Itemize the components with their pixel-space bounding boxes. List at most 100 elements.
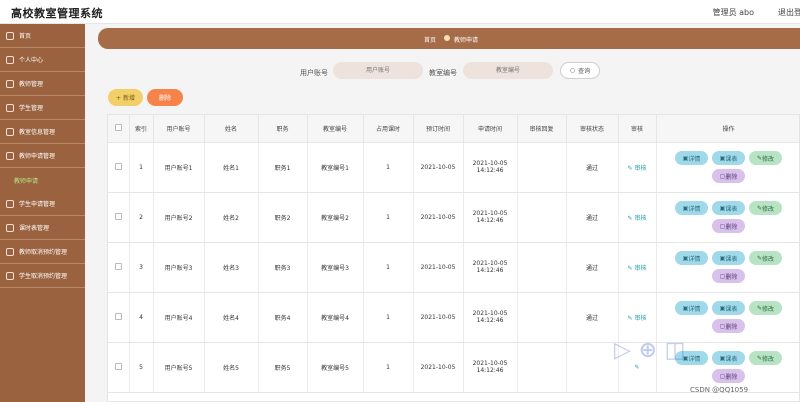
audit-link[interactable]: ✎ 审核 [628, 265, 647, 272]
cell-reply [517, 242, 567, 293]
cell-hours: 1 [363, 292, 414, 343]
detail-button[interactable]: ▣ 详情 [675, 251, 708, 265]
cell-account: 用户账号3 [153, 242, 205, 293]
sidebar-item-students[interactable]: 学生管理 [0, 96, 85, 120]
cell-status: 通过 [566, 242, 619, 293]
delete-button[interactable]: ▢ 删除 [712, 319, 745, 333]
sidebar-item-profile[interactable]: 个人中心 [0, 48, 85, 72]
checkbox[interactable] [114, 212, 122, 220]
cell-title: 职务4 [258, 292, 308, 343]
cell-book: 2021-10-05 [413, 292, 464, 343]
checkbox[interactable] [114, 312, 122, 320]
header-select-all[interactable] [108, 115, 130, 143]
table-row: 3 用户账号3 姓名3 职务3 教室编号3 1 2021-10-05 2021-10-05 1… [108, 242, 799, 293]
detail-button[interactable]: ▣ 详情 [675, 151, 708, 165]
breadcrumb-home[interactable]: 首页 [424, 35, 436, 44]
edit-button[interactable]: ✎ 修改 [749, 151, 782, 165]
cell-title: 职务3 [258, 242, 308, 293]
checkbox[interactable] [114, 162, 122, 170]
sidebar-item-classrooms[interactable]: 教室信息管理 [0, 120, 85, 144]
breadcrumb-separator-icon [444, 35, 450, 41]
sidebar-item-home[interactable]: 首页 [0, 24, 85, 48]
delete-button[interactable]: ▢ 删除 [712, 219, 745, 233]
checkbox[interactable] [114, 123, 122, 131]
timetable-button[interactable]: ▣ 课表 [712, 301, 745, 315]
cell-name: 姓名4 [204, 292, 259, 343]
cell-account: 用户账号2 [153, 192, 205, 243]
sidebar: 首页 个人中心 教师管理 学生管理 教室信息管理 教师申请管理 教师申请 学生申… [0, 24, 85, 402]
cell-apply: 2021-10-05 14:12:46 [463, 342, 518, 393]
breadcrumb-current: 教师申请 [454, 37, 479, 44]
cell-ops: ▣ 详情 ▣ 课表 ✎ 修改 ▢ 删除 [656, 142, 799, 193]
row-select[interactable] [108, 242, 130, 293]
sidebar-item-teacher-cancellations[interactable]: 教师取消预约管理 [0, 240, 85, 264]
cancel-icon [6, 271, 14, 280]
row-select[interactable] [108, 342, 130, 393]
application-icon [6, 199, 14, 208]
edit-button[interactable]: ✎ 修改 [749, 201, 782, 215]
delete-button[interactable]: ▢ 删除 [712, 169, 745, 183]
timetable-button[interactable]: ▣ 课表 [712, 251, 745, 265]
checkbox[interactable] [114, 262, 122, 270]
cell-name: 姓名5 [204, 342, 259, 393]
cell-audit: ✎ 审核 [618, 142, 657, 193]
cell-account: 用户账号5 [153, 342, 205, 393]
column-header: 职务 [258, 115, 308, 143]
column-header: 姓名 [204, 115, 259, 143]
delete-button[interactable]: ▢ 删除 [712, 269, 745, 283]
cell-ops: ▣ 详情 ▣ 课表 ✎ 修改 ▢ 删除 [656, 292, 799, 343]
add-button[interactable]: + 新增 [108, 89, 143, 106]
checkbox[interactable] [114, 362, 122, 370]
batch-delete-button[interactable]: 删除 [147, 89, 183, 106]
cell-index: 2 [129, 192, 154, 243]
cell-audit: ✎ 审核 [618, 192, 657, 243]
current-user: 管理员 abo [712, 8, 754, 17]
column-header: 操作 [656, 115, 799, 143]
detail-button[interactable]: ▣ 详情 [675, 301, 708, 315]
cell-title: 职务5 [258, 342, 308, 393]
top-bar: 高校教室管理系统 管理员 abo 退出登录 [0, 0, 800, 24]
table-row: 2 用户账号2 姓名2 职务2 教室编号2 1 2021-10-05 2021-10-05 1… [108, 192, 799, 243]
cell-audit: ✎ 审核 [618, 292, 657, 343]
cell-hours: 1 [363, 242, 414, 293]
detail-button[interactable]: ▣ 详情 [675, 201, 708, 215]
cell-status [566, 342, 619, 393]
user-account-input[interactable] [333, 62, 423, 79]
timetable-button[interactable]: ▣ 课表 [712, 201, 745, 215]
sidebar-item-teacher-applications[interactable]: 教师申请管理 [0, 144, 85, 168]
cell-room: 教室编号2 [307, 192, 364, 243]
row-select[interactable] [108, 292, 130, 343]
student-icon [6, 103, 14, 112]
audit-link[interactable]: ✎ 审核 [628, 165, 647, 172]
app-title: 高校教室管理系统 [11, 7, 103, 20]
sidebar-item-student-cancellations[interactable]: 学生取消预约管理 [0, 264, 85, 288]
edit-button[interactable]: ✎ 修改 [749, 301, 782, 315]
cell-book: 2021-10-05 [413, 142, 464, 193]
sidebar-item-timetable[interactable]: 课时表管理 [0, 216, 85, 240]
audit-link[interactable]: ✎ 审核 [628, 215, 647, 222]
search-button[interactable]: ○ 查询 [560, 62, 600, 79]
column-header: 审核 [618, 115, 657, 143]
cell-hours: 1 [363, 342, 414, 393]
cell-index: 5 [129, 342, 154, 393]
sidebar-subitem-teacher-application[interactable]: 教师申请 [14, 176, 38, 185]
room-number-input[interactable] [463, 62, 553, 79]
edit-button[interactable]: ✎ 修改 [749, 251, 782, 265]
breadcrumb: 首页 教师申请 [98, 28, 800, 49]
audit-link[interactable]: ✎ 审核 [628, 315, 647, 322]
cell-ops: ▣ 详情 ▣ 课表 ✎ 修改 ▢ 删除 [656, 192, 799, 243]
calendar-icon [6, 223, 14, 232]
sidebar-item-student-applications[interactable]: 学生申请管理 [0, 192, 85, 216]
cell-title: 职务1 [258, 142, 308, 193]
row-select[interactable] [108, 192, 130, 243]
column-header: 用户账号 [153, 115, 205, 143]
cell-room: 教室编号3 [307, 242, 364, 293]
sidebar-item-teachers[interactable]: 教师管理 [0, 72, 85, 96]
home-icon [6, 31, 14, 40]
row-select[interactable] [108, 142, 130, 193]
cell-book: 2021-10-05 [413, 242, 464, 293]
timetable-button[interactable]: ▣ 课表 [712, 151, 745, 165]
cell-index: 1 [129, 142, 154, 193]
cell-name: 姓名1 [204, 142, 259, 193]
logout-link[interactable]: 退出登录 [778, 7, 800, 18]
